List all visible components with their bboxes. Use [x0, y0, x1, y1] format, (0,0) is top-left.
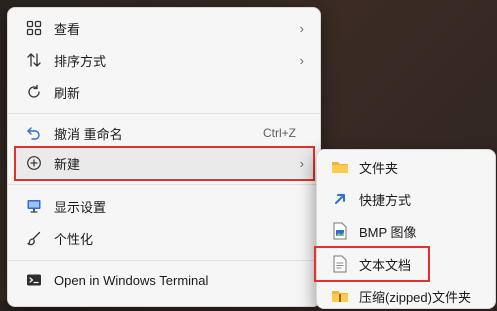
brush-icon: [24, 228, 44, 248]
monitor-icon: [24, 196, 44, 216]
submenu-item-label: 文本文档: [359, 257, 412, 273]
chevron-right-icon: ›: [299, 52, 304, 68]
submenu-item-zip-folder[interactable]: 压缩(zipped)文件夹: [323, 281, 495, 311]
text-document-icon: [331, 255, 349, 273]
submenu-item-folder[interactable]: 文件夹: [323, 152, 495, 182]
undo-icon: [24, 123, 44, 143]
desktop-context-menu: 查看 › 排序方式 › 刷新 撤消 重命名 Ctrl+Z 新建 › 显示设置 个…: [7, 7, 321, 307]
menu-item-view[interactable]: 查看 ›: [14, 13, 314, 43]
sort-icon: [24, 50, 44, 70]
menu-item-open-terminal[interactable]: Open in Windows Terminal: [14, 265, 314, 295]
submenu-item-shortcut[interactable]: 快捷方式: [323, 184, 495, 214]
menu-item-personalize[interactable]: 个性化: [14, 223, 314, 253]
menu-item-undo-rename[interactable]: 撤消 重命名 Ctrl+Z: [14, 118, 314, 148]
menu-item-refresh[interactable]: 刷新: [14, 77, 314, 107]
chevron-right-icon: ›: [299, 20, 304, 36]
submenu-item-label: 文件夹: [359, 160, 399, 176]
menu-item-label: 撤消 重命名: [54, 126, 123, 142]
menu-item-label: 刷新: [54, 85, 81, 101]
menu-item-new[interactable]: 新建 ›: [14, 148, 314, 178]
new-icon: [24, 153, 44, 173]
menu-item-sort[interactable]: 排序方式 ›: [14, 45, 314, 75]
menu-separator: [8, 113, 320, 114]
menu-item-label: 显示设置: [54, 199, 107, 215]
menu-separator: [8, 184, 320, 185]
submenu-item-label: BMP 图像: [359, 224, 417, 240]
submenu-item-bmp-image[interactable]: BMP 图像: [323, 216, 495, 246]
menu-item-label: 新建: [54, 156, 81, 172]
menu-item-label: 查看: [54, 21, 81, 37]
menu-item-label: 个性化: [54, 231, 94, 247]
terminal-icon: [24, 270, 44, 290]
grid-icon: [24, 18, 44, 38]
shortcut-icon: [331, 190, 349, 208]
submenu-item-text-document[interactable]: 文本文档: [323, 249, 495, 279]
menu-item-display-settings[interactable]: 显示设置: [14, 191, 314, 221]
submenu-item-label: 快捷方式: [359, 192, 412, 208]
new-submenu: 文件夹 快捷方式 BMP 图像 文本文档 压缩(zipped)文件夹: [316, 149, 496, 309]
folder-icon: [331, 158, 349, 176]
refresh-icon: [24, 82, 44, 102]
menu-separator: [8, 260, 320, 261]
menu-item-label: Open in Windows Terminal: [54, 272, 209, 288]
shortcut-text: Ctrl+Z: [263, 126, 296, 140]
bmp-image-icon: [331, 222, 349, 240]
menu-item-label: 排序方式: [54, 53, 107, 69]
submenu-item-label: 压缩(zipped)文件夹: [359, 289, 471, 305]
chevron-right-icon: ›: [299, 155, 304, 171]
zip-folder-icon: [331, 287, 349, 305]
